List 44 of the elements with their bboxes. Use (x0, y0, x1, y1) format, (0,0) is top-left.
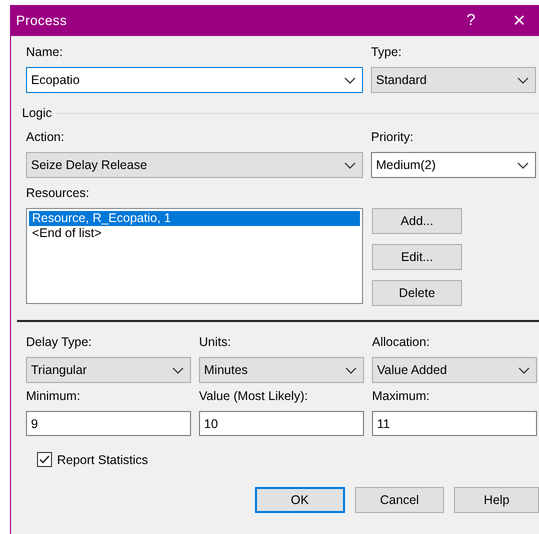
list-action-button[interactable]: Delete (372, 280, 462, 306)
field-label: Type: (371, 44, 403, 61)
field-label: Maximum: (372, 388, 431, 405)
field-label: Resources: (26, 185, 90, 202)
chevron-down-icon (172, 366, 184, 374)
field-label: Delay Type: (26, 334, 93, 351)
dialog-button[interactable]: OK (255, 487, 345, 513)
chevron-down-icon (345, 366, 357, 374)
chevron-down-icon (517, 162, 529, 168)
check-icon (39, 455, 50, 464)
chevron-down-icon (517, 76, 529, 84)
action-combo[interactable]: Seize Delay Release (26, 152, 363, 178)
help-button[interactable]: ? (451, 5, 491, 36)
list-action-button[interactable]: Edit... (372, 244, 462, 270)
field-label: Priority: (371, 129, 414, 146)
checkbox[interactable] (37, 452, 52, 467)
priority-combo[interactable]: Medium(2) (371, 152, 536, 178)
type-combo[interactable]: Standard (371, 67, 536, 93)
chevron-down-icon (344, 76, 356, 84)
dropdown[interactable]: Value Added (372, 357, 537, 383)
chevron-down-icon (344, 162, 356, 168)
chevron-down-icon (518, 366, 530, 374)
list-item[interactable]: Resource, R_Ecopatio, 1 (29, 211, 360, 226)
field-label: Value (Most Likely): (199, 388, 309, 405)
resources-list[interactable]: Resource, R_Ecopatio, 1 <End of list> (26, 208, 363, 304)
input-field[interactable]: 10 (199, 411, 364, 436)
input-field[interactable]: 9 (26, 411, 191, 436)
list-item[interactable]: <End of list> (29, 226, 360, 241)
dropdown[interactable]: Minutes (199, 357, 364, 383)
dialog-button[interactable]: Cancel (354, 487, 444, 513)
close-button[interactable]: ✕ (499, 5, 539, 36)
dropdown[interactable]: Triangular (26, 357, 191, 383)
field-label: Name: (26, 44, 64, 61)
list-action-button[interactable]: Add... (372, 208, 462, 234)
dialog-button[interactable]: Help (454, 487, 539, 513)
field-label: Units: (199, 334, 232, 351)
field-label: Allocation: (372, 334, 431, 351)
input-field[interactable]: 11 (372, 411, 537, 436)
window-title: Process (16, 13, 68, 28)
field-label: Minimum: (26, 388, 82, 405)
name-combo[interactable]: Ecopatio (26, 67, 363, 93)
group-title: Logic (22, 105, 52, 122)
checkbox-label: Report Statistics (57, 452, 148, 466)
field-label: Action: (26, 129, 66, 146)
